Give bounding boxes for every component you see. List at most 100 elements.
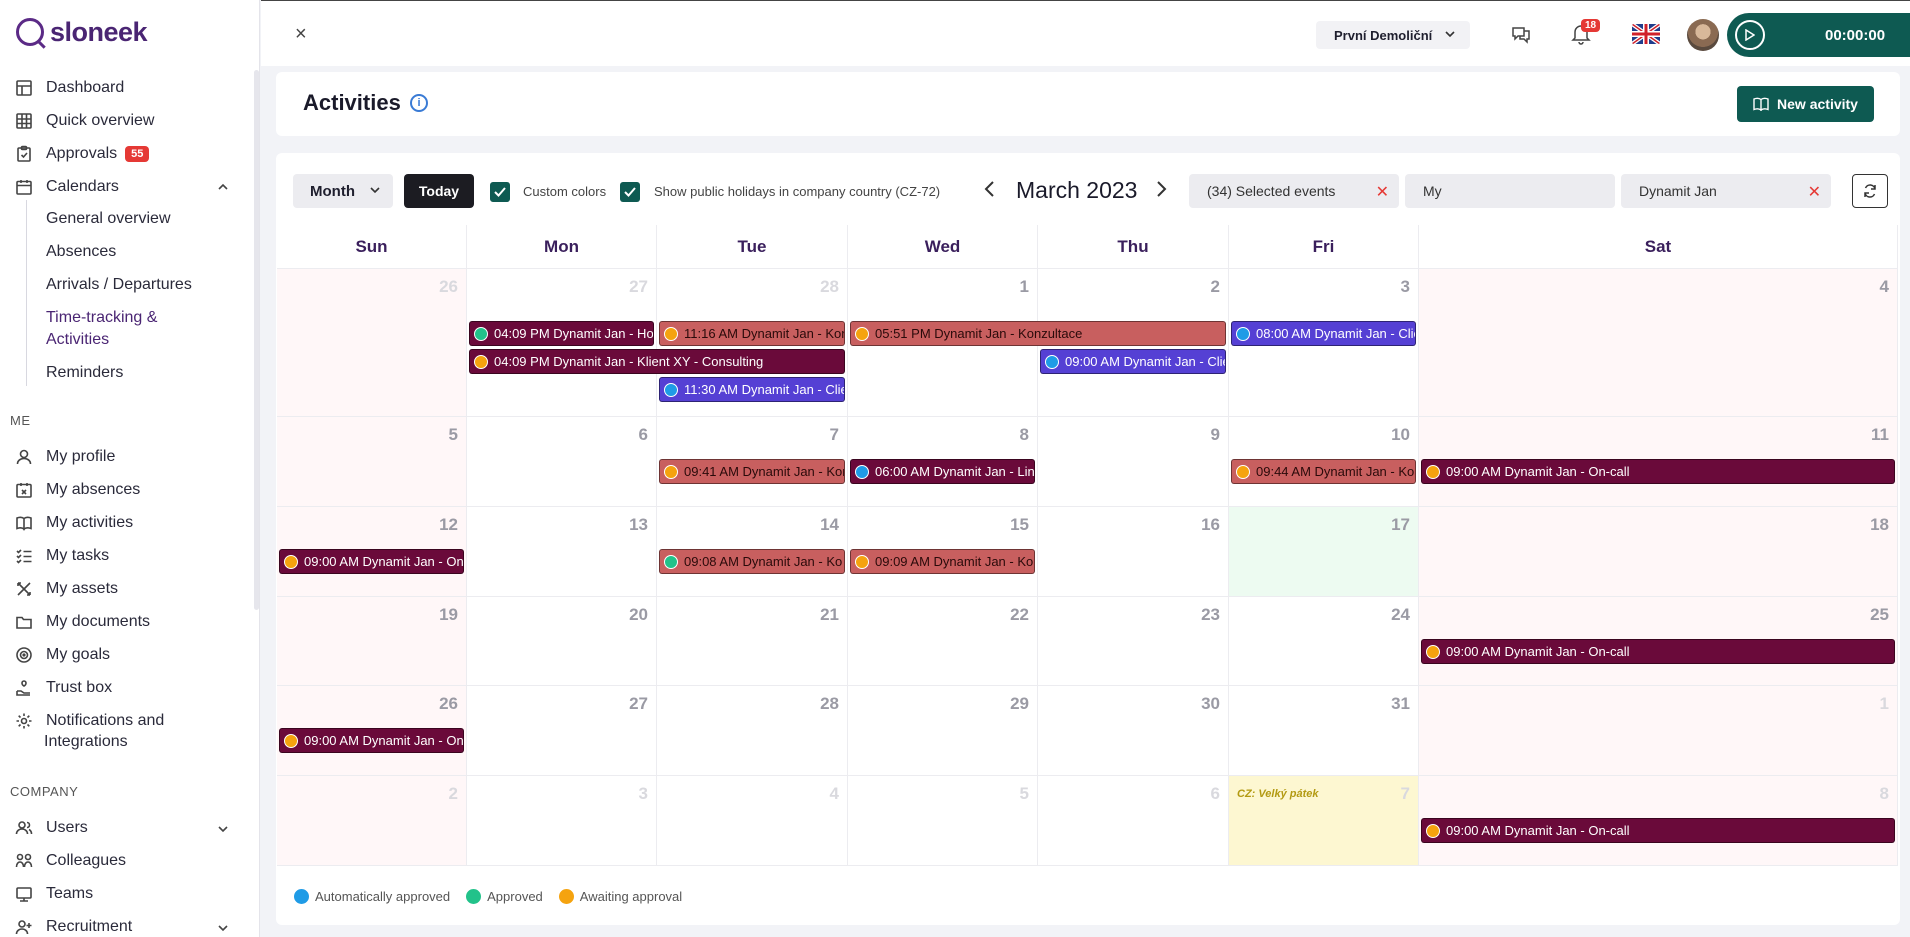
sidebar-item-my-assets[interactable]: My assets [14, 576, 118, 602]
calendar-day-cell[interactable]: 23 [1038, 597, 1229, 686]
calendar-day-cell[interactable]: 29 [848, 686, 1038, 776]
grid-icon [14, 111, 34, 131]
calendar-day-cell[interactable]: 1 [1419, 686, 1898, 776]
sidebar-item-users[interactable]: Users [14, 815, 88, 841]
calendar-event[interactable]: 09:08 AM Dynamit Jan - Ko 1 [659, 549, 845, 574]
logo[interactable]: sloneek [16, 14, 148, 50]
calendar-day-cell[interactable]: 6 [467, 417, 657, 507]
calendar-day-cell[interactable]: 6 [1038, 776, 1229, 866]
calendar-day-cell[interactable]: 30 [1038, 686, 1229, 776]
chevron-right-icon[interactable] [1154, 179, 1168, 199]
sidebar-scrollbar[interactable] [254, 70, 259, 610]
chevron-down-icon[interactable] [216, 822, 230, 836]
sidebar-item-recruitment[interactable]: Recruitment [14, 914, 132, 937]
calendar-event[interactable]: 09:41 AM Dynamit Jan - Konzultace [659, 459, 845, 484]
submenu-line [26, 200, 27, 386]
calendar-event[interactable]: 09:09 AM Dynamit Jan - Konzultace [850, 549, 1035, 574]
chevron-down-icon[interactable] [216, 921, 230, 935]
calendar-event[interactable]: 04:09 PM Dynamit Jan - Klient XY - Consu… [469, 349, 845, 374]
sidebar-item-trust-box[interactable]: Trust box [14, 675, 112, 701]
sidebar-item-general-overview[interactable]: General overview [46, 208, 171, 230]
calendar-day-cell[interactable]: 27 [467, 686, 657, 776]
company-select[interactable]: První Demoliční [1316, 21, 1470, 49]
calendar-event[interactable]: 09:00 AM Dynamit Jan - On-call [279, 549, 464, 574]
clear-icon[interactable]: ✕ [1376, 182, 1389, 202]
sidebar-item-my-documents[interactable]: My documents [14, 609, 150, 635]
person-filter[interactable]: Dynamit Jan ✕ [1621, 174, 1831, 208]
calendar-event[interactable]: 04:09 PM Dynamit Jan - Homeoffice [469, 321, 654, 346]
calendar-day-cell[interactable]: 2 [277, 776, 467, 866]
calendar-event[interactable]: 09:00 AM Dynamit Jan - On-call [1421, 639, 1895, 664]
calendar-day-cell[interactable]: 19 [277, 597, 467, 686]
chevron-up-icon[interactable] [216, 180, 230, 194]
calendar-day-cell[interactable]: 17 [1229, 507, 1419, 597]
calendar-event[interactable]: 11:16 AM Dynamit Jan - Konzultace [659, 321, 845, 346]
calendar-event[interactable]: 09:00 AM Dynamit Jan - Client - H [1040, 349, 1226, 374]
avatar[interactable] [1687, 19, 1719, 51]
calendar-day-cell[interactable]: 9 [1038, 417, 1229, 507]
time-tracker[interactable]: 00:00:00 [1727, 13, 1910, 57]
sidebar-item-colleagues[interactable]: Colleagues [14, 848, 126, 874]
calendar-day-cell[interactable]: 5 [848, 776, 1038, 866]
calendar-day-cell[interactable]: 31 [1229, 686, 1419, 776]
sidebar-item-approvals[interactable]: Approvals 55 [14, 141, 150, 167]
play-icon[interactable] [1735, 20, 1765, 50]
calendar-day-cell[interactable]: 3 [467, 776, 657, 866]
sidebar-item-time-tracking-2[interactable]: Activities [46, 329, 109, 351]
calendar-event[interactable]: 08:00 AM Dynamit Jan - Client - H [1231, 321, 1416, 346]
sidebar-item-notifications-2[interactable]: Integrations [44, 731, 128, 753]
sidebar-item-my-tasks[interactable]: My tasks [14, 543, 109, 569]
sidebar-item-calendars[interactable]: Calendars [14, 174, 119, 200]
sidebar-item-time-tracking[interactable]: Time-tracking & [46, 307, 157, 329]
calendar-event[interactable]: 05:51 PM Dynamit Jan - Konzultace [850, 321, 1226, 346]
view-select[interactable]: Month [293, 174, 393, 208]
calendar-day-cell[interactable]: 4 [657, 776, 848, 866]
uk-flag-icon[interactable] [1632, 24, 1660, 44]
holidays-checkbox[interactable] [620, 182, 640, 202]
calendar-event[interactable]: 06:00 AM Dynamit Jan - LinkSoft [850, 459, 1035, 484]
clear-icon[interactable]: ✕ [1808, 182, 1821, 202]
legend-label: Approved [487, 889, 543, 904]
calendar-day-cell[interactable]: 22 [848, 597, 1038, 686]
custom-colors-checkbox[interactable] [490, 182, 510, 202]
sidebar-item-reminders[interactable]: Reminders [46, 362, 123, 384]
sidebar-item-arrivals-departures[interactable]: Arrivals / Departures [46, 274, 192, 296]
scope-filter[interactable]: My [1405, 174, 1615, 208]
refresh-button[interactable] [1852, 174, 1888, 208]
chevron-left-icon[interactable] [983, 179, 997, 199]
sidebar-item-my-activities[interactable]: My activities [14, 510, 133, 536]
sidebar: sloneek Dashboard Quick overview Approva… [0, 0, 260, 937]
calendar-day-cell[interactable]: 4 [1419, 269, 1898, 417]
sidebar-item-my-absences[interactable]: My absences [14, 477, 140, 503]
event-label: 04:09 PM Dynamit Jan - Homeoffice [494, 326, 654, 341]
calendar-event[interactable]: 09:00 AM Dynamit Jan - On-call [1421, 818, 1895, 843]
calendar-event[interactable]: 09:44 AM Dynamit Jan - Konzultace [1231, 459, 1416, 484]
info-icon[interactable]: i [410, 94, 428, 112]
selected-events-filter[interactable]: (34) Selected events ✕ [1189, 174, 1399, 208]
new-activity-button[interactable]: New activity [1737, 86, 1874, 122]
today-button[interactable]: Today [404, 174, 474, 208]
calendar-day-cell[interactable]: 7 CZ: Velký pátek [1229, 776, 1419, 866]
calendar-event[interactable]: 09:00 AM Dynamit Jan - On-call [279, 728, 464, 753]
sidebar-item-label: My tasks [46, 547, 110, 564]
close-sidebar-button[interactable]: × [295, 23, 307, 46]
sidebar-item-teams[interactable]: Teams [14, 881, 93, 907]
calendar-day-cell[interactable]: 18 [1419, 507, 1898, 597]
sidebar-item-dashboard[interactable]: Dashboard [14, 75, 124, 101]
sidebar-item-my-profile[interactable]: My profile [14, 444, 115, 470]
calendar-event[interactable]: 11:30 AM Dynamit Jan - Client - H [659, 377, 845, 402]
chat-icon[interactable] [1510, 23, 1532, 45]
calendar-day-cell[interactable]: 26 [277, 269, 467, 417]
calendar-day-cell[interactable]: 28 [657, 686, 848, 776]
sidebar-item-quick-overview[interactable]: Quick overview [14, 108, 154, 134]
calendar-day-cell[interactable]: 24 [1229, 597, 1419, 686]
calendar-day-cell[interactable]: 16 [1038, 507, 1229, 597]
sidebar-item-my-goals[interactable]: My goals [14, 642, 110, 668]
calendar-event[interactable]: 09:00 AM Dynamit Jan - On-call [1421, 459, 1895, 484]
calendar-day-cell[interactable]: 5 [277, 417, 467, 507]
status-dot [1426, 644, 1440, 659]
calendar-day-cell[interactable]: 21 [657, 597, 848, 686]
calendar-day-cell[interactable]: 20 [467, 597, 657, 686]
sidebar-item-absences[interactable]: Absences [46, 241, 116, 263]
calendar-day-cell[interactable]: 13 [467, 507, 657, 597]
